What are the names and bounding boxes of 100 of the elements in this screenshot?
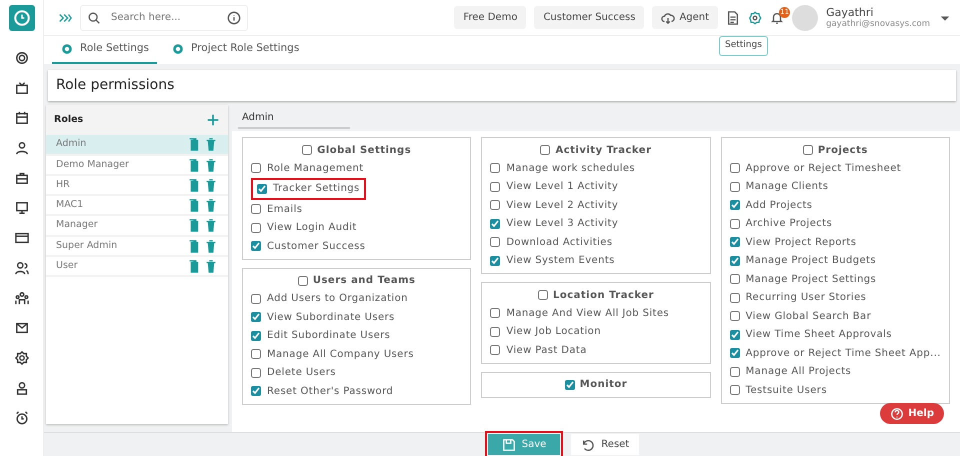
permission-checkbox[interactable] (730, 182, 740, 192)
document-icon[interactable] (726, 10, 740, 24)
role-item[interactable]: Manager (46, 216, 228, 236)
search-field[interactable]: Search here... (80, 4, 248, 30)
permission-checkbox[interactable] (730, 163, 740, 174)
permission-label: Download Activities (506, 236, 612, 250)
permission-label: Manage Clients (746, 180, 828, 194)
plus-icon[interactable] (206, 113, 220, 128)
group-checkbox[interactable] (540, 145, 550, 155)
permission-checkbox[interactable] (490, 326, 500, 337)
permission-checkbox[interactable] (257, 184, 267, 194)
calendar-icon[interactable] (14, 111, 28, 125)
logo-icon[interactable] (8, 5, 34, 31)
permission-label: View Level 1 Activity (506, 180, 618, 194)
briefcase-icon[interactable] (14, 171, 28, 185)
permission-checkbox[interactable] (251, 222, 261, 233)
group-checkbox[interactable] (298, 276, 308, 286)
group-checkbox[interactable] (564, 380, 575, 390)
user-icon[interactable] (14, 141, 28, 155)
permission-checkbox[interactable] (730, 348, 740, 358)
permission-checkbox[interactable] (730, 292, 740, 303)
role-item[interactable]: Demo Manager (46, 156, 228, 176)
header-button[interactable]: Free Demo (454, 6, 526, 29)
settings-icon[interactable] (748, 10, 762, 24)
tv-icon[interactable] (14, 81, 28, 95)
permission-checkbox[interactable] (730, 330, 740, 340)
permission-checkbox[interactable] (730, 366, 740, 377)
permission-label: Approve or Reject Time Sheet App... (746, 346, 941, 361)
group-title: Monitor (580, 378, 628, 392)
permission-checkbox[interactable] (490, 200, 500, 210)
group-checkbox[interactable] (538, 290, 548, 300)
permission-checkbox[interactable] (490, 256, 500, 266)
target-icon[interactable] (14, 51, 28, 65)
role-name: Manager (56, 218, 98, 232)
permission-checkbox[interactable] (490, 308, 500, 318)
role-item[interactable]: Admin (46, 135, 228, 156)
team-icon[interactable] (14, 291, 28, 305)
permission-checkbox[interactable] (730, 274, 740, 284)
trash-icon[interactable] (204, 218, 218, 232)
trash-icon[interactable] (204, 158, 218, 172)
permission-label: Tracker Settings (273, 182, 360, 196)
permission-checkbox[interactable] (730, 385, 740, 396)
permission-checkbox[interactable] (730, 237, 740, 248)
roles-title: Roles (54, 113, 84, 127)
permission-checkbox[interactable] (251, 386, 261, 396)
permission-checkbox[interactable] (251, 368, 261, 378)
permission-label: View Time Sheet Approvals (746, 328, 892, 342)
search-icon (87, 10, 101, 24)
role-item[interactable]: HR (46, 176, 228, 196)
permission-label: View Project Reports (746, 236, 856, 250)
card-icon[interactable] (14, 231, 28, 245)
role-name-field[interactable]: Admin (238, 108, 350, 128)
trash-icon[interactable] (204, 178, 218, 192)
permission-label: Approve or Reject Timesheet (746, 162, 902, 176)
save-button[interactable]: Save (488, 434, 560, 455)
permission-checkbox[interactable] (730, 200, 740, 210)
role-name: MAC1 (56, 198, 84, 212)
permission-checkbox[interactable] (251, 312, 261, 322)
trash-icon[interactable] (204, 258, 218, 273)
permission-checkbox[interactable] (490, 345, 500, 356)
permission-checkbox[interactable] (251, 294, 261, 304)
trash-icon[interactable] (204, 238, 218, 253)
permission-checkbox[interactable] (490, 163, 500, 174)
permission-checkbox[interactable] (730, 218, 740, 229)
permission-checkbox[interactable] (490, 182, 500, 192)
permission-checkbox[interactable] (251, 330, 261, 341)
group-checkbox[interactable] (802, 145, 813, 155)
group-checkbox[interactable] (302, 145, 312, 155)
agent-button[interactable]: Agent (652, 6, 718, 29)
person-icon[interactable] (14, 381, 28, 395)
help-icon (890, 406, 904, 420)
tab[interactable]: Project Role Settings (163, 36, 308, 64)
monitor-icon[interactable] (14, 201, 28, 215)
permission-label: Manage And View All Job Sites (506, 306, 670, 321)
role-item[interactable]: MAC1 (46, 196, 228, 216)
role-item[interactable]: Super Admin (46, 236, 228, 257)
group-title: Global Settings (317, 144, 412, 158)
permission-checkbox[interactable] (251, 349, 261, 360)
undo-icon (581, 438, 596, 452)
role-item[interactable]: User (46, 256, 228, 277)
permission-checkbox[interactable] (251, 204, 261, 214)
alarm-icon[interactable] (14, 411, 28, 425)
help-button[interactable]: Help (880, 403, 944, 424)
settings-icon[interactable] (14, 351, 28, 365)
permission-checkbox[interactable] (251, 241, 261, 252)
permission-label: Emails (267, 202, 302, 217)
header-button[interactable]: Customer Success (534, 6, 644, 29)
permission-checkbox[interactable] (251, 163, 261, 174)
permission-checkbox[interactable] (730, 256, 740, 266)
tab[interactable]: Role Settings (52, 36, 158, 64)
mail-icon[interactable] (14, 321, 28, 335)
trash-icon[interactable] (204, 137, 218, 152)
permission-label: Add Users to Organization (267, 292, 408, 306)
reset-button[interactable]: Reset (571, 434, 640, 455)
trash-icon[interactable] (204, 198, 218, 212)
role-name: HR (56, 178, 70, 192)
users-icon[interactable] (14, 261, 28, 275)
permission-checkbox[interactable] (730, 311, 740, 322)
permission-checkbox[interactable] (490, 237, 500, 248)
permission-checkbox[interactable] (490, 218, 500, 229)
